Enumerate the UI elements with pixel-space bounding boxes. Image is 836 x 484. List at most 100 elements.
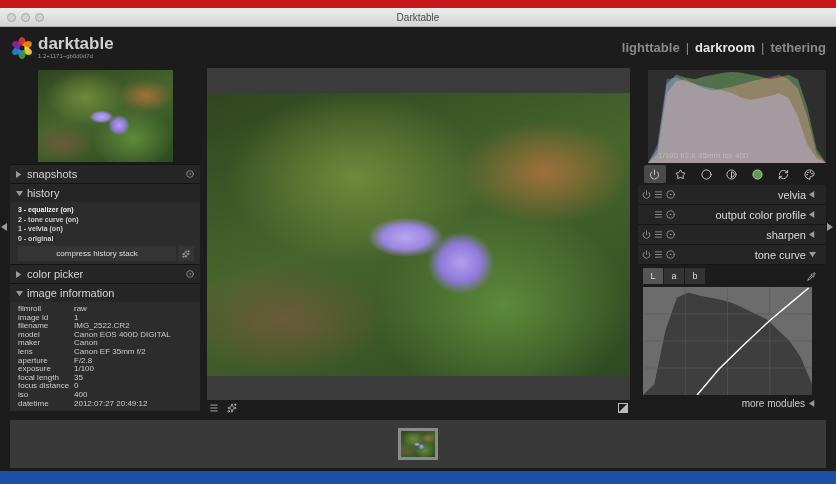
zoom-button[interactable] xyxy=(35,13,44,22)
module-group-button[interactable] xyxy=(721,165,743,183)
app: darktable1.2+1171~gb0d0d7d lighttable | dar… xyxy=(0,27,836,471)
expand-icon[interactable] xyxy=(16,171,23,178)
reset-icon[interactable] xyxy=(666,250,675,259)
info-value: raw xyxy=(74,305,194,314)
channel-tab[interactable]: a xyxy=(664,268,684,284)
view-tab[interactable]: lighttable xyxy=(622,40,680,55)
curve-line xyxy=(697,288,809,395)
module-group-button[interactable] xyxy=(695,165,717,183)
info-value: 1 xyxy=(74,314,194,323)
section-header[interactable]: history xyxy=(10,183,200,202)
tone-curve-graph[interactable] xyxy=(643,287,812,395)
module-header[interactable]: tone curve xyxy=(638,245,826,265)
center-view xyxy=(207,68,630,416)
reset-icon[interactable] xyxy=(666,190,675,199)
power-icon[interactable] xyxy=(642,190,651,199)
photo[interactable] xyxy=(207,93,630,376)
expand-icon[interactable] xyxy=(809,231,816,238)
histogram[interactable]: 1/100 f/2.8 35mm iso 400 xyxy=(648,70,826,163)
info-label: datetime xyxy=(18,400,74,409)
logo: darktable1.2+1171~gb0d0d7d xyxy=(10,35,114,60)
expand-icon[interactable] xyxy=(809,400,816,407)
create-style-button[interactable] xyxy=(178,246,194,261)
expand-icon[interactable] xyxy=(809,211,816,218)
view-separator: | xyxy=(761,40,764,55)
panel-section: snapshots xyxy=(10,164,200,183)
module-name: output color profile xyxy=(679,209,806,221)
reset-icon[interactable] xyxy=(666,210,675,219)
power-icon[interactable] xyxy=(642,250,651,259)
correct-group-icon xyxy=(778,169,789,180)
panel-section: color picker xyxy=(10,264,200,283)
channel-tab[interactable]: L xyxy=(643,268,663,284)
history-item[interactable]: 3 - equalizer (on) xyxy=(18,205,194,215)
collapse-icon[interactable] xyxy=(16,190,23,197)
info-value: IMG_2522.CR2 xyxy=(74,322,194,331)
collapse-icon[interactable] xyxy=(809,251,816,258)
compress-row: compress history stack xyxy=(18,246,194,261)
history-item[interactable]: 2 - tone curve (on) xyxy=(18,215,194,225)
info-grid: filmrollrawimage id1filenameIMG_2522.CR2… xyxy=(18,305,194,408)
power-icon[interactable] xyxy=(642,230,651,239)
module-group-button[interactable] xyxy=(670,165,692,183)
section-header[interactable]: image information xyxy=(10,283,200,302)
close-button[interactable] xyxy=(7,13,16,22)
overexposed-icon[interactable] xyxy=(618,403,628,413)
presets-icon[interactable] xyxy=(654,190,663,199)
tone-group-icon xyxy=(726,169,737,180)
navigation xyxy=(10,68,200,164)
navigation-thumbnail[interactable] xyxy=(38,70,173,162)
tone-curve-tabs: Lab xyxy=(638,265,826,287)
module-name: velvia xyxy=(679,189,806,201)
view-separator: | xyxy=(686,40,689,55)
history-item[interactable]: 1 - velvia (on) xyxy=(18,224,194,234)
presets-icon[interactable] xyxy=(654,250,663,259)
right-edge xyxy=(826,68,836,416)
module-group-button[interactable] xyxy=(798,165,820,183)
presets-icon[interactable] xyxy=(654,210,663,219)
module-name: tone curve xyxy=(679,249,806,261)
image-info: filmrollrawimage id1filenameIMG_2522.CR2… xyxy=(10,302,200,411)
minimize-button[interactable] xyxy=(21,13,30,22)
reset-icon[interactable] xyxy=(666,230,675,239)
window-controls xyxy=(0,13,60,22)
expand-icon[interactable] xyxy=(16,271,23,278)
more-modules[interactable]: more modules xyxy=(638,395,826,412)
view-tab[interactable]: darkroom xyxy=(695,40,755,55)
reset-icon[interactable] xyxy=(186,170,194,178)
favorites-icon xyxy=(675,169,686,180)
compress-history-button[interactable]: compress history stack xyxy=(18,246,176,261)
module-header[interactable]: velvia xyxy=(638,185,826,205)
presets-icon[interactable] xyxy=(654,230,663,239)
picker-icon[interactable] xyxy=(807,272,816,281)
filmstrip-thumbnail[interactable] xyxy=(398,428,438,460)
info-label: filmroll xyxy=(18,305,74,314)
module-group-button[interactable] xyxy=(747,165,769,183)
reset-icon[interactable] xyxy=(186,270,194,278)
info-value: Canon EOS 400D DIGITAL xyxy=(74,331,194,340)
section-header[interactable]: color picker xyxy=(10,264,200,283)
collapse-icon[interactable] xyxy=(16,290,23,297)
view-tab[interactable]: tethering xyxy=(770,40,826,55)
center-toolbar xyxy=(207,400,630,416)
screen: Darktabledarktable1.2+1171~gb0d0d7dlight… xyxy=(0,0,836,484)
section-title: snapshots xyxy=(27,168,182,180)
styles-icon[interactable] xyxy=(227,403,237,413)
left-panel: snapshotshistory3 - equalizer (on)2 - to… xyxy=(10,68,200,416)
active-modules-icon xyxy=(649,169,660,180)
collapse-left-icon[interactable] xyxy=(1,223,9,231)
info-label: focus distance xyxy=(18,382,74,391)
module-group-button[interactable] xyxy=(644,165,666,183)
presets-icon[interactable] xyxy=(209,403,219,413)
channel-tab[interactable]: b xyxy=(685,268,705,284)
module-group-button[interactable] xyxy=(772,165,794,183)
info-label: aperture xyxy=(18,357,74,366)
section-title: image information xyxy=(27,287,194,299)
collapse-right-icon[interactable] xyxy=(827,223,835,231)
expand-icon[interactable] xyxy=(809,191,816,198)
section-header[interactable]: snapshots xyxy=(10,164,200,183)
module-header[interactable]: sharpen xyxy=(638,225,826,245)
module-header[interactable]: output color profile xyxy=(638,205,826,225)
history-list: 3 - equalizer (on)2 - tone curve (on)1 -… xyxy=(10,202,200,264)
history-item[interactable]: 0 - original xyxy=(18,234,194,244)
